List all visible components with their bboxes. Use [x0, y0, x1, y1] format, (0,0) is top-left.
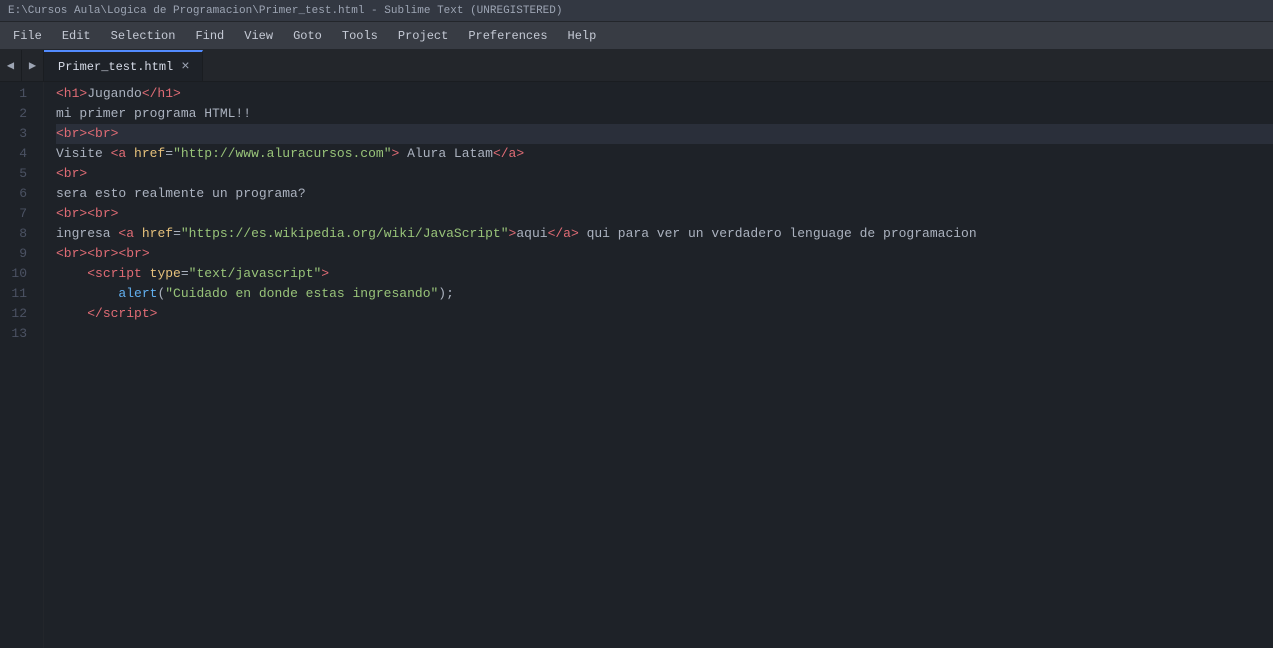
attr-href-line4: href [134, 144, 165, 164]
code-area[interactable]: <h1>Jugando</h1> mi primer programa HTML… [44, 82, 1273, 648]
text-ingresa: ingresa [56, 224, 118, 244]
line-num-4: 4 [8, 144, 27, 164]
tag-a-name-line8: a [126, 224, 142, 244]
code-line-3: <br><br> [56, 124, 1273, 144]
tab-nav-left[interactable]: ◀ [0, 50, 22, 81]
tab-bar: ◀ ▶ Primer_test.html × [0, 50, 1273, 82]
menu-help[interactable]: Help [559, 26, 606, 46]
line-num-2: 2 [8, 104, 27, 124]
code-line-5: <br> [56, 164, 1273, 184]
tag-a-gt-line4: > [392, 144, 400, 164]
tag-br-line7a: <br> [56, 204, 87, 224]
tab-nav-right[interactable]: ▶ [22, 50, 44, 81]
menu-selection[interactable]: Selection [102, 26, 185, 46]
text-visite: Visite [56, 144, 111, 164]
eq-line8: = [173, 224, 181, 244]
tag-a-close-line4: </a> [493, 144, 524, 164]
paren-close-line11: ); [438, 284, 454, 304]
tag-br1: <br> [56, 124, 87, 144]
menu-project[interactable]: Project [389, 26, 457, 46]
eq-line10: = [181, 264, 189, 284]
line-num-5: 5 [8, 164, 27, 184]
title-bar: E:\Cursos Aula\Logica de Programacion\Pr… [0, 0, 1273, 22]
code-line-12: </script> [56, 304, 1273, 324]
tag-br2: <br> [87, 124, 118, 144]
tag-h1-close: </h1> [142, 84, 181, 104]
attr-href-line8: href [142, 224, 173, 244]
tag-a-close-line8: </a> [548, 224, 579, 244]
line-num-7: 7 [8, 204, 27, 224]
tag-a-gt-line8: > [509, 224, 517, 244]
tag-a-name-line4: a [118, 144, 134, 164]
paren-open-line11: ( [157, 284, 165, 304]
string-line11: "Cuidado en donde estas ingresando" [165, 284, 438, 304]
code-line-8: ingresa <a href="https://es.wikipedia.or… [56, 224, 1273, 244]
text-line6: sera esto realmente un programa? [56, 184, 306, 204]
eq-line4: = [165, 144, 173, 164]
indent-line10 [56, 264, 87, 284]
code-line-6: sera esto realmente un programa? [56, 184, 1273, 204]
line-num-1: 1 [8, 84, 27, 104]
tab-close-button[interactable]: × [181, 60, 189, 74]
code-line-2: mi primer programa HTML!! [56, 104, 1273, 124]
code-line-4: Visite <a href="http://www.aluracursos.c… [56, 144, 1273, 164]
tag-br-line5: <br> [56, 164, 87, 184]
text-line2: mi primer programa HTML!! [56, 104, 251, 124]
text-alura: Alura Latam [399, 144, 493, 164]
text-jugando: Jugando [87, 84, 142, 104]
attr-type-line10: type [150, 264, 181, 284]
line-num-6: 6 [8, 184, 27, 204]
tag-a-open-line4: < [111, 144, 119, 164]
menu-edit[interactable]: Edit [53, 26, 100, 46]
tab-primer-test[interactable]: Primer_test.html × [44, 50, 203, 81]
line-num-13: 13 [8, 324, 27, 344]
indent-line12 [56, 304, 87, 324]
tag-h1-open: <h1> [56, 84, 87, 104]
menu-file[interactable]: File [4, 26, 51, 46]
tab-label: Primer_test.html [58, 60, 173, 74]
line-num-10: 10 [8, 264, 27, 284]
tag-script-open-line10: < [87, 264, 95, 284]
tag-br-line7b: <br> [87, 204, 118, 224]
text-aqui: aqui [516, 224, 547, 244]
menu-goto[interactable]: Goto [284, 26, 331, 46]
code-line-7: <br><br> [56, 204, 1273, 224]
line-num-11: 11 [8, 284, 27, 304]
code-line-13 [56, 324, 1273, 344]
tag-br-line9b: <br> [87, 244, 118, 264]
title-text: E:\Cursos Aula\Logica de Programacion\Pr… [8, 5, 563, 17]
indent-line11 [56, 284, 118, 304]
code-line-11: alert("Cuidado en donde estas ingresando… [56, 284, 1273, 304]
func-alert: alert [118, 284, 157, 304]
line-num-8: 8 [8, 224, 27, 244]
code-line-1: <h1>Jugando</h1> [56, 84, 1273, 104]
line-num-9: 9 [8, 244, 27, 264]
menu-preferences[interactable]: Preferences [459, 26, 556, 46]
tag-br-line9c: <br> [118, 244, 149, 264]
editor: 1 2 3 4 5 6 7 8 9 10 11 12 13 <h1>Jugand… [0, 82, 1273, 648]
text-rest-line8: qui para ver un verdadero lenguage de pr… [579, 224, 977, 244]
attr-val-line8: "https://es.wikipedia.org/wiki/JavaScrip… [181, 224, 509, 244]
code-line-10: <script type="text/javascript"> [56, 264, 1273, 284]
code-line-9: <br><br><br> [56, 244, 1273, 264]
attr-val-line4: "http://www.aluracursos.com" [173, 144, 391, 164]
menu-bar: File Edit Selection Find View Goto Tools… [0, 22, 1273, 50]
text-line13 [56, 324, 64, 344]
menu-view[interactable]: View [235, 26, 282, 46]
line-num-12: 12 [8, 304, 27, 324]
menu-find[interactable]: Find [186, 26, 233, 46]
tag-script-close-line12: </script> [87, 304, 157, 324]
line-num-3: 3 [8, 124, 27, 144]
attr-val-line10: "text/javascript" [189, 264, 322, 284]
menu-tools[interactable]: Tools [333, 26, 387, 46]
tag-script-gt-line10: > [321, 264, 329, 284]
tag-script-name-line10: script [95, 264, 150, 284]
tag-br-line9a: <br> [56, 244, 87, 264]
tag-a-open-line8: < [118, 224, 126, 244]
line-numbers: 1 2 3 4 5 6 7 8 9 10 11 12 13 [0, 82, 44, 648]
